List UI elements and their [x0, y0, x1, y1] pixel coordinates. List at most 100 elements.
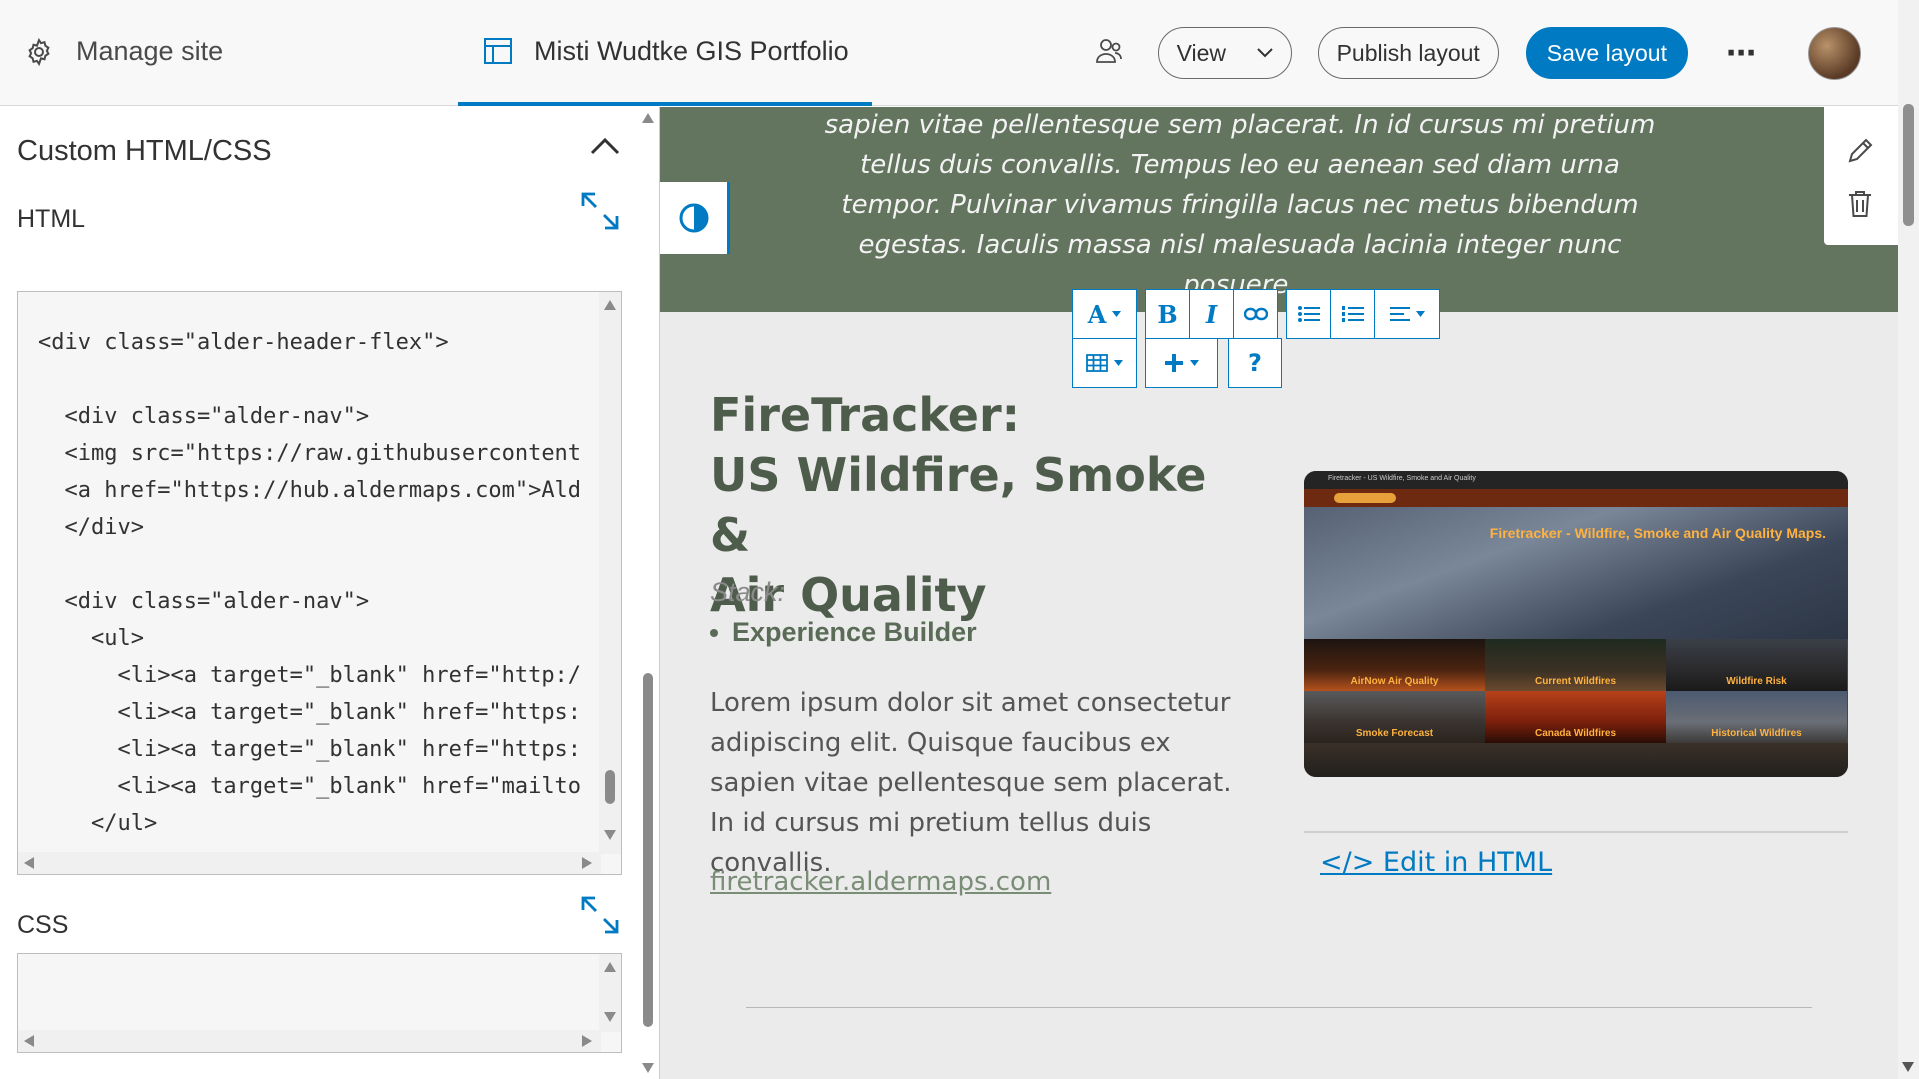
page-scroll-thumb[interactable] [1903, 104, 1914, 226]
bulleted-list-button[interactable] [1286, 289, 1331, 339]
help-label: ? [1248, 349, 1262, 377]
more-options-button[interactable]: ⋯ [1726, 36, 1756, 71]
panel-title: Custom HTML/CSS [17, 135, 272, 167]
tile-label: Smoke Forecast [1355, 728, 1434, 739]
link-button[interactable] [1233, 289, 1278, 339]
help-button[interactable]: ? [1228, 338, 1282, 388]
bold-button[interactable]: B [1145, 289, 1190, 339]
html-field-label: HTML [17, 205, 86, 233]
bullet-icon [710, 628, 718, 637]
gear-icon [28, 37, 50, 66]
expand-icon [581, 896, 619, 934]
html-editor-hscroll[interactable] [18, 852, 601, 874]
caret-down-icon [1415, 311, 1425, 317]
stack-list-item: Experience Builder [710, 617, 977, 648]
css-editor-vscroll[interactable] [599, 954, 621, 1032]
manage-site-label: Manage site [76, 36, 224, 66]
chevron-up-icon [590, 137, 620, 155]
html-editor-vscroll-thumb[interactable] [605, 770, 615, 804]
avatar[interactable] [1808, 26, 1861, 80]
chevron-down-icon [1256, 48, 1273, 58]
rte-toolbar-row-2: ? [1072, 338, 1282, 388]
section-tools [1824, 107, 1898, 245]
site-title: Misti Wudtke GIS Portfolio [534, 35, 849, 66]
font-style-button[interactable]: A [1072, 289, 1137, 339]
html-code-text: <div class="alder-header-flex"> <div cla… [38, 330, 582, 836]
css-editor-hscroll[interactable] [18, 1030, 601, 1052]
tile-label: AirNow Air Quality [1350, 676, 1439, 687]
page-scrollbar[interactable] [1898, 0, 1919, 1079]
panel-scroll-thumb[interactable] [643, 673, 653, 1027]
tile-label: Historical Wildfires [1711, 728, 1802, 739]
stack-item-text: Experience Builder [732, 617, 977, 647]
insert-button[interactable] [1145, 338, 1218, 388]
thumbnail-title: Firetracker - Wildfire, Smoke and Air Qu… [1489, 525, 1826, 541]
thumbnail-header: Firetracker - US Wildfire, Smoke and Air… [1304, 471, 1848, 489]
delete-section-button[interactable] [1846, 189, 1874, 224]
view-label: View [1176, 39, 1227, 66]
stack-label: Stack: [710, 577, 786, 607]
publish-layout-button[interactable]: Publish layout [1317, 27, 1499, 79]
html-code-editor[interactable]: <div class="alder-header-flex"> <div cla… [17, 291, 622, 875]
tile-label: Canada Wildfires [1534, 728, 1617, 739]
thumbnail-tile-1: AirNow Air Quality [1304, 639, 1485, 691]
table-icon [1086, 354, 1108, 372]
bulleted-list-icon [1297, 306, 1320, 322]
html-editor-vscroll[interactable] [599, 292, 621, 854]
numbered-list-icon [1341, 306, 1364, 322]
save-layout-label: Save layout [1546, 39, 1667, 66]
project-description: Lorem ipsum dolor sit amet consectetur a… [710, 688, 1232, 878]
share-users-button[interactable] [1094, 36, 1124, 71]
page-canvas: sapien vitae pellentesque sem placerat. … [660, 107, 1898, 1079]
project-title: FireTracker: US Wildfire, Smoke & Air Qu… [710, 385, 1250, 625]
caret-down-icon [1114, 360, 1123, 366]
tile-label: Wildfire Risk [1726, 676, 1787, 687]
contrast-icon [679, 203, 708, 233]
numbered-list-button[interactable] [1330, 289, 1375, 339]
expand-icon [581, 192, 619, 230]
thumbnail-nav [1304, 489, 1848, 507]
project-thumbnail-image[interactable]: Firetracker - US Wildfire, Smoke and Air… [1304, 471, 1848, 777]
top-bar: Manage site Misti Wudtke GIS Portfolio V… [0, 0, 1919, 106]
italic-button[interactable]: I [1189, 289, 1234, 339]
bold-label: B [1157, 299, 1178, 329]
caret-down-icon [1190, 360, 1199, 366]
users-icon [1095, 38, 1122, 63]
align-button[interactable] [1374, 289, 1440, 339]
trash-icon [1849, 191, 1871, 217]
collapse-panel-button[interactable] [590, 137, 620, 160]
banner-section[interactable]: sapien vitae pellentesque sem placerat. … [660, 107, 1898, 312]
settings-panel: Custom HTML/CSS HTML <div class="alder-h… [0, 107, 660, 1079]
table-button[interactable] [1072, 338, 1137, 388]
expand-html-button[interactable] [580, 191, 620, 236]
publish-layout-label: Publish layout [1336, 39, 1480, 66]
edit-section-button[interactable] [1846, 137, 1874, 170]
css-code-editor[interactable] [17, 953, 622, 1053]
thumbnail-tile-4: Smoke Forecast [1304, 691, 1485, 743]
project-title-line-3: Air Quality [710, 568, 987, 622]
thumbnail-footer [1304, 743, 1848, 777]
divider [1304, 831, 1848, 833]
manage-site-button[interactable]: Manage site [24, 36, 223, 67]
project-title-line-2: US Wildfire, Smoke & [710, 448, 1207, 562]
thumbnail-tile-2: Current Wildfires [1485, 639, 1666, 691]
panel-scrollbar[interactable] [638, 107, 658, 1079]
site-tab[interactable]: Misti Wudtke GIS Portfolio [458, 0, 872, 106]
contrast-toggle-button[interactable] [660, 182, 730, 254]
more-options-icon: ⋯ [1726, 36, 1756, 70]
align-icon [1389, 307, 1410, 321]
pencil-icon [1848, 138, 1873, 163]
top-bar-actions: View Publish layout Save layout ⋯ [1094, 0, 1919, 106]
view-dropdown[interactable]: View [1157, 27, 1292, 79]
edit-in-html-link[interactable]: </> Edit in HTML [1320, 847, 1552, 878]
banner-text: sapien vitae pellentesque sem placerat. … [824, 110, 1656, 300]
save-layout-button[interactable]: Save layout [1525, 27, 1688, 79]
section-divider [746, 1007, 1812, 1008]
plus-icon [1165, 354, 1183, 372]
project-title-line-1: FireTracker: [710, 388, 1021, 442]
layout-icon [484, 38, 512, 64]
caret-down-icon [1112, 311, 1122, 317]
thumbnail-header-text: Firetracker - US Wildfire, Smoke and Air… [1328, 475, 1476, 482]
expand-css-button[interactable] [580, 895, 620, 940]
project-link[interactable]: firetracker.aldermaps.com [710, 867, 1051, 897]
